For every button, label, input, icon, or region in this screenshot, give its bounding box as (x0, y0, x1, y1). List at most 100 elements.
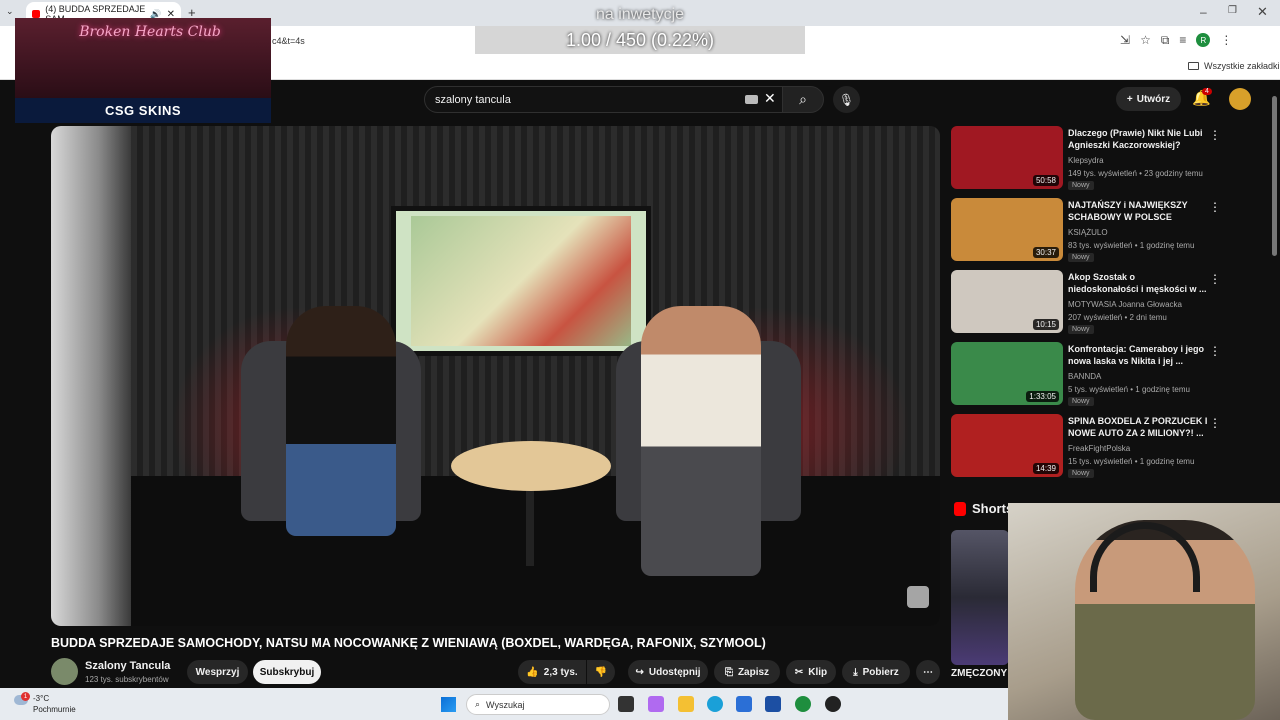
dislike-button[interactable]: 👎 (587, 660, 615, 684)
new-badge: Nowy (1068, 253, 1094, 262)
toolbar-icons: ⇲ ☆ ⧉ ≡ R ⋮ (1120, 33, 1232, 48)
video-duration: 30:37 (1032, 247, 1059, 258)
create-button[interactable]: + Utwórz (1116, 87, 1181, 111)
more-options-icon[interactable]: ⋮ (1209, 128, 1221, 142)
channel-avatar[interactable] (51, 658, 78, 685)
video-duration: 10:15 (1032, 319, 1059, 330)
shorts-heading: Shorts (972, 501, 1014, 516)
recommendation-title[interactable]: Akop Szostak o niedoskonałości i męskośc… (1068, 271, 1208, 295)
notification-count-badge: 4 (1202, 88, 1212, 95)
tab-list-icon[interactable]: ⌄ (6, 6, 14, 17)
all-bookmarks-button[interactable]: Wszystkie zakładki (1188, 61, 1280, 71)
copilot-icon[interactable] (648, 696, 664, 712)
edge-icon[interactable] (707, 696, 723, 712)
windows-start-icon[interactable] (441, 697, 456, 712)
recommendation-title[interactable]: SPINA BOXDELA Z PORZUCEK I NOWE AUTO ZA … (1068, 415, 1208, 439)
recommendation-meta: 5 tys. wyświetleń • 1 godzinę temu (1068, 385, 1190, 394)
subscriber-count: 123 tys. subskrybentów (85, 675, 169, 684)
page-scrollbar[interactable] (1272, 96, 1277, 256)
recommendation-thumbnail[interactable]: 50:58 (951, 126, 1063, 189)
new-badge: Nowy (1068, 325, 1094, 334)
recommendation-thumbnail[interactable]: 30:37 (951, 198, 1063, 261)
weather-temperature[interactable]: -3°C (33, 694, 49, 703)
subscribe-button[interactable]: Subskrybuj (253, 660, 321, 684)
menu-icon[interactable]: ⋮ (1220, 33, 1232, 48)
share-icon: ↪ (635, 666, 644, 678)
obs-icon[interactable] (825, 696, 841, 712)
recommendation-item[interactable]: 50:58 Dlaczego (Prawie) Nikt Nie Lubi Ag… (951, 126, 1231, 192)
mail-icon[interactable] (736, 696, 752, 712)
youtube-favicon-icon (32, 10, 41, 18)
more-options-icon[interactable]: ⋮ (1209, 272, 1221, 286)
recommendation-item[interactable]: 10:15 Akop Szostak o niedoskonałości i m… (951, 270, 1231, 336)
all-bookmarks-label: Wszystkie zakładki (1204, 61, 1280, 71)
recommendation-channel[interactable]: BANNDA (1068, 372, 1101, 381)
task-view-icon[interactable] (618, 696, 634, 712)
video-title: BUDDA SPRZEDAJE SAMOCHODY, NATSU MA NOCO… (51, 636, 766, 650)
recommendation-channel[interactable]: Klepsydra (1068, 156, 1104, 165)
store-icon[interactable] (765, 696, 781, 712)
short-thumbnail[interactable] (951, 530, 1009, 665)
donation-goal-progress: 1.00 / 450 (0.22%) (565, 30, 715, 50)
weather-description[interactable]: Pochmurnie (33, 705, 76, 714)
minimize-button[interactable]: – (1200, 5, 1207, 19)
recommendation-item[interactable]: 30:37 NAJTAŃSZY i NAJWIĘKSZY SCHABOWY W … (951, 198, 1231, 264)
download-button[interactable]: ⤓ Pobierz (842, 660, 910, 684)
install-app-icon[interactable]: ⇲ (1120, 33, 1130, 48)
recommendation-thumbnail[interactable]: 1:33:05 (951, 342, 1063, 405)
clear-search-icon[interactable]: ✕ (764, 90, 776, 107)
recommendation-item[interactable]: 1:33:05 Konfrontacja: Cameraboy i jego n… (951, 342, 1231, 408)
recommendation-channel[interactable]: KSIĄŻULO (1068, 228, 1108, 237)
recommendation-channel[interactable]: MOTYWASIA Joanna Głowacka (1068, 300, 1182, 309)
new-badge: Nowy (1068, 397, 1094, 406)
extensions-icon[interactable]: ⧉ (1161, 33, 1170, 48)
more-options-icon[interactable]: ⋮ (1209, 344, 1221, 358)
short-caption[interactable]: ZMĘCZONY (951, 668, 1011, 679)
share-button[interactable]: ↪ Udostępnij (628, 660, 708, 684)
support-button[interactable]: Wesprzyj (187, 660, 248, 684)
recommendation-title[interactable]: NAJTAŃSZY i NAJWIĘKSZY SCHABOWY W POLSCE (1068, 199, 1208, 223)
recommendation-title[interactable]: Konfrontacja: Cameraboy i jego nowa lask… (1068, 343, 1208, 367)
clip-button[interactable]: ✂ Klip (786, 660, 836, 684)
youtube-search-input[interactable]: szalony tancula (424, 86, 784, 113)
new-badge: Nowy (1068, 469, 1094, 478)
maximize-button[interactable]: ❐ (1228, 5, 1237, 16)
recommendation-thumbnail[interactable]: 10:15 (951, 270, 1063, 333)
file-explorer-icon[interactable] (678, 696, 694, 712)
chrome-icon[interactable] (795, 696, 811, 712)
recommendation-title[interactable]: Dlaczego (Prawie) Nikt Nie Lubi Agnieszk… (1068, 127, 1208, 151)
media-icon[interactable]: ≡ (1179, 33, 1186, 48)
like-button[interactable]: 👍 2,3 tys. (518, 660, 586, 684)
channel-watermark-icon[interactable] (907, 586, 929, 608)
recommendation-item[interactable]: 14:39 SPINA BOXDELA Z PORZUCEK I NOWE AU… (951, 414, 1231, 480)
channel-name[interactable]: Szalony Tancula (85, 660, 170, 672)
voice-search-button[interactable]: 🎙 (833, 86, 860, 113)
sponsor-banner: Broken Hearts Club CSG SKINS (15, 18, 271, 123)
save-label: Zapisz (737, 666, 770, 678)
close-window-button[interactable]: ✕ (1257, 4, 1268, 20)
address-text: c4&t=4s (272, 36, 305, 46)
thumbs-up-icon: 👍 (526, 666, 539, 678)
profile-avatar[interactable]: R (1196, 33, 1211, 47)
more-actions-button[interactable]: ⋯ (916, 660, 940, 684)
studio-curtain (51, 126, 131, 626)
bookmark-star-icon[interactable]: ☆ (1140, 33, 1151, 48)
guest-right (641, 306, 761, 576)
search-button[interactable]: ⌕ (782, 86, 824, 113)
account-avatar[interactable] (1229, 88, 1251, 110)
share-label: Udostępnij (648, 666, 701, 678)
video-duration: 14:39 (1032, 463, 1059, 474)
scissors-icon: ✂ (794, 666, 804, 678)
more-options-icon[interactable]: ⋮ (1209, 416, 1221, 430)
taskbar-search-box[interactable]: ⌕ Wyszukaj (466, 694, 610, 715)
banknote-artwork (411, 216, 631, 346)
more-options-icon[interactable]: ⋮ (1209, 200, 1221, 214)
save-button[interactable]: ⎘ Zapisz (714, 660, 780, 684)
recommendation-channel[interactable]: FreakFightPolska (1068, 444, 1130, 453)
table-leg (526, 486, 534, 566)
recommendation-thumbnail[interactable]: 14:39 (951, 414, 1063, 477)
donation-goal-label: na inwetycje (595, 6, 685, 23)
keyboard-icon[interactable] (745, 95, 758, 104)
new-badge: Nowy (1068, 181, 1094, 190)
video-player[interactable] (51, 126, 940, 626)
